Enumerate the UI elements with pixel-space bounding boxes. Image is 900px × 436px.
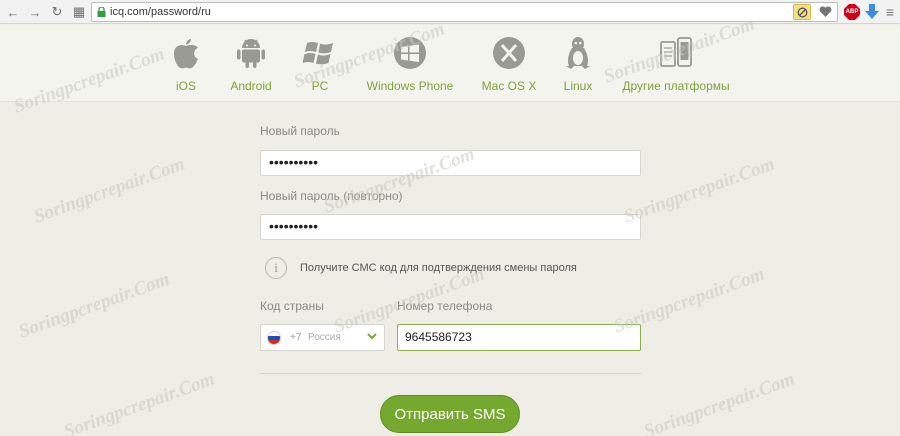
- menu-icon[interactable]: ≡: [882, 4, 898, 20]
- platform-label: Windows Phone: [366, 79, 454, 93]
- back-icon[interactable]: ←: [4, 3, 22, 21]
- apps-icon[interactable]: ▦: [70, 3, 88, 21]
- lock-icon: [97, 7, 106, 17]
- info-icon: i: [265, 257, 287, 279]
- platform-label: Android: [230, 79, 272, 93]
- browser-toolbar: ← → ↻ ▦ icq.com/password/ru ABP ≡: [0, 0, 900, 24]
- windows-logo-icon: [303, 42, 333, 65]
- watermark-text: Soringpcrepair.Com: [61, 368, 218, 436]
- chevron-down-icon: [367, 333, 377, 340]
- reload-icon[interactable]: ↻: [48, 3, 66, 21]
- country-code-label: Код страны: [260, 299, 324, 313]
- heart-icon[interactable]: [816, 4, 834, 20]
- platform-mac-os-x[interactable]: Mac OS X: [481, 35, 537, 93]
- android-icon: [237, 39, 265, 68]
- sms-info-text: Получите СМС код для подтверждения смены…: [300, 262, 577, 274]
- apple-icon: [173, 39, 198, 69]
- platform-windows-phone[interactable]: Windows Phone: [365, 35, 455, 93]
- platform-label: Другие платформы: [622, 79, 730, 93]
- adblock-label: ABP: [845, 9, 859, 15]
- country-select[interactable]: +7 Россия: [260, 324, 385, 351]
- country-name-value: Россия: [308, 332, 341, 343]
- send-sms-button[interactable]: Отправить SMS: [380, 395, 520, 433]
- platform-label: Mac OS X: [481, 79, 537, 93]
- phone-number-label: Номер телефона: [397, 299, 493, 313]
- platform-label: iOS: [175, 79, 196, 93]
- platform-pc[interactable]: PC: [300, 35, 340, 93]
- new-password-input[interactable]: ••••••••••: [260, 150, 641, 176]
- platforms-bar: iOS Android PC Windows Phone Mac OS X Li…: [0, 25, 900, 102]
- repeat-password-input[interactable]: ••••••••••: [260, 214, 641, 240]
- platform-label: PC: [311, 79, 329, 93]
- platform-linux[interactable]: Linux: [558, 35, 598, 93]
- watermark-text: Soringpcrepair.Com: [16, 268, 173, 343]
- platform-other[interactable]: Другие платформы: [622, 35, 730, 93]
- tux-icon: [566, 37, 590, 69]
- country-code-value: +7: [290, 332, 302, 343]
- windows-phone-icon: [394, 37, 426, 69]
- watermark-text: Soringpcrepair.Com: [641, 368, 798, 436]
- adblock-icon[interactable]: ABP: [844, 4, 860, 20]
- russia-flag-icon: [267, 331, 281, 345]
- new-password-label: Новый пароль: [260, 124, 340, 138]
- watermark-text: Soringpcrepair.Com: [31, 153, 188, 228]
- divider: [260, 373, 641, 374]
- download-icon[interactable]: [864, 4, 880, 20]
- devices-icon: [660, 37, 692, 67]
- block-icon[interactable]: [793, 4, 811, 20]
- url-text: icq.com/password/ru: [110, 6, 211, 18]
- platform-android[interactable]: Android: [226, 35, 276, 93]
- repeat-password-label: Новый пароль (повторно): [260, 189, 403, 203]
- mac-x-icon: [493, 37, 525, 69]
- forward-icon[interactable]: →: [26, 3, 44, 21]
- platform-label: Linux: [563, 79, 593, 93]
- watermark-text: Soringpcrepair.Com: [621, 153, 778, 228]
- address-bar[interactable]: icq.com/password/ru: [91, 2, 838, 22]
- platform-ios[interactable]: iOS: [166, 35, 206, 93]
- phone-number-input[interactable]: 9645586723: [397, 324, 641, 351]
